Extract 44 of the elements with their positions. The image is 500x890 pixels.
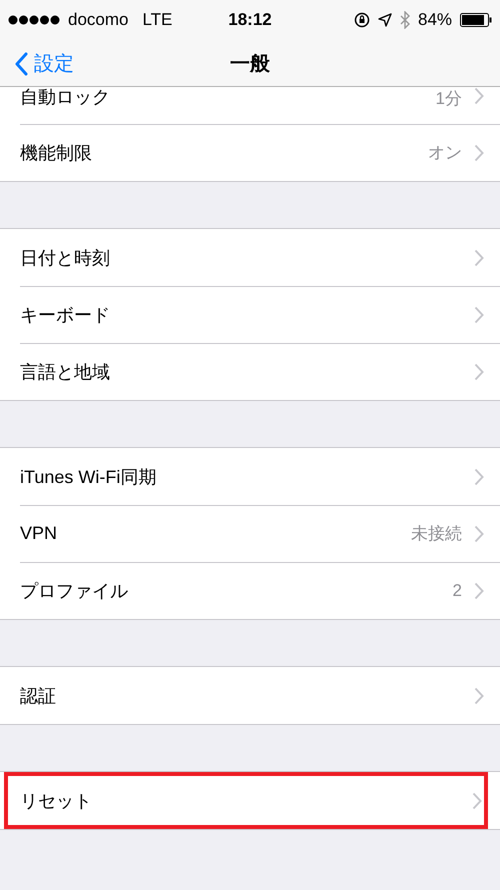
settings-row[interactable]: iTunes Wi-Fi同期	[0, 448, 500, 505]
row-label: iTunes Wi-Fi同期	[20, 466, 158, 488]
row-value: 未接続	[411, 523, 462, 545]
battery-percent: 84%	[418, 10, 452, 30]
row-value: オン	[428, 142, 462, 164]
settings-row[interactable]: 日付と時刻	[0, 229, 500, 286]
row-label: 日付と時刻	[20, 246, 111, 270]
settings-row[interactable]: キーボード	[0, 286, 500, 343]
row-label: キーボード	[20, 304, 111, 326]
row-value: 2	[452, 580, 462, 600]
row-label: VPN	[20, 523, 58, 544]
row-label: プロファイル	[20, 580, 129, 602]
signal-icon	[8, 15, 60, 25]
chevron-icon	[474, 468, 484, 486]
battery-icon	[460, 13, 492, 27]
chevron-icon	[474, 524, 484, 542]
chevron-icon	[474, 248, 484, 266]
nav-title: 一般	[230, 52, 270, 76]
settings-row[interactable]: プロファイル 2	[0, 562, 500, 619]
back-chevron-icon	[14, 52, 28, 76]
settings-row[interactable]: 機能制限 オン	[0, 124, 500, 181]
location-arrow-icon	[378, 13, 392, 27]
chevron-icon	[474, 362, 484, 380]
settings-row[interactable]: 認証	[0, 667, 500, 724]
chevron-icon	[474, 582, 484, 600]
settings-row[interactable]: VPN 未接続	[0, 505, 500, 562]
row-label: 認証	[20, 684, 57, 708]
settings-row[interactable]: 自動ロック 1分	[0, 87, 500, 124]
row-label: 機能制限	[20, 142, 93, 164]
carrier-name: docomo	[68, 10, 128, 30]
network-type: LTE	[142, 10, 172, 30]
row-label: リセット	[20, 790, 93, 812]
row-label: 自動ロック	[20, 86, 111, 109]
bluetooth-icon	[400, 11, 410, 29]
row-value: 1分	[436, 88, 462, 110]
status-time: 18:12	[228, 10, 272, 30]
chevron-icon	[474, 144, 484, 162]
rotation-lock-icon	[354, 12, 370, 28]
settings-row[interactable]: 言語と地域	[0, 343, 500, 400]
row-label: 言語と地域	[20, 360, 111, 384]
back-button[interactable]: 設定	[10, 48, 78, 79]
chevron-icon	[472, 792, 482, 810]
chevron-icon	[474, 686, 484, 704]
chevron-icon	[474, 306, 484, 324]
